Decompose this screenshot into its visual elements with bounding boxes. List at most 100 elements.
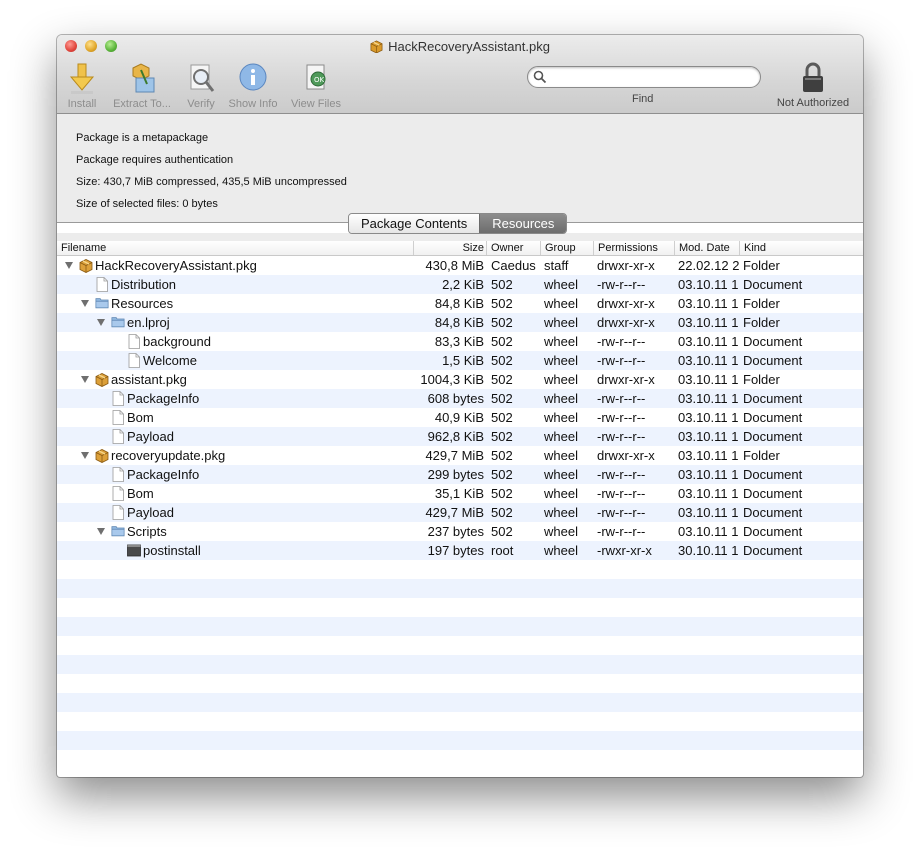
table-row[interactable]: background 83,3 KiB 502 wheel -rw-r--r-- 03.1… [57, 332, 863, 351]
empty-row [57, 693, 863, 712]
permissions-cell: -rw-r--r-- [597, 429, 646, 444]
kind-cell: Folder [743, 258, 780, 273]
disclosure-triangle-icon[interactable] [81, 376, 89, 383]
owner-cell: 502 [491, 353, 513, 368]
table-row[interactable]: HackRecoveryAssistant.pkg 430,8 MiB Caedus… [57, 256, 863, 275]
table-row[interactable]: Bom 35,1 KiB 502 wheel -rw-r--r-- 03.10.11 1 D… [57, 484, 863, 503]
mod-date-cell: 03.10.11 1 [678, 448, 739, 463]
empty-row [57, 731, 863, 750]
size-cell: 429,7 MiB [425, 448, 484, 463]
table-row[interactable]: en.lproj 84,8 KiB 502 wheel drwxr-xr-x 03.10.… [57, 313, 863, 332]
window-title-text: HackRecoveryAssistant.pkg [388, 39, 550, 54]
column-header-permissions[interactable]: Permissions [593, 241, 674, 255]
kind-cell: Document [743, 486, 803, 501]
mod-date-cell: 03.10.11 1 [678, 505, 739, 520]
not-authorized-label: Not Authorized [776, 97, 850, 109]
extract-to-button[interactable]: Extract To... [107, 62, 177, 110]
verify-button[interactable]: Verify [183, 62, 219, 110]
kind-cell: Document [743, 467, 803, 482]
package-info-panel: Package is a metapackage Package require… [57, 114, 863, 222]
filename-cell: PackageInfo [127, 391, 200, 406]
disclosure-triangle-icon[interactable] [97, 528, 105, 535]
search-field[interactable] [527, 66, 761, 88]
mod-date-cell: 03.10.11 1 [678, 277, 739, 292]
install-button[interactable]: Install [63, 62, 101, 110]
folder-icon [111, 315, 125, 330]
column-header-filename[interactable]: Filename [57, 241, 413, 255]
find-label: Find [632, 93, 654, 105]
kind-cell: Document [743, 429, 803, 444]
table-row[interactable]: Distribution 2,2 KiB 502 wheel -rw-r--r-- 03.… [57, 275, 863, 294]
table-row[interactable]: recoveryupdate.pkg 429,7 MiB 502 wheel drwxr… [57, 446, 863, 465]
size-cell: 299 bytes [427, 467, 484, 482]
permissions-cell: -rw-r--r-- [597, 277, 646, 292]
view-files-icon: OK [306, 64, 326, 90]
mod-date-cell: 03.10.11 1 [678, 353, 739, 368]
mod-date-cell: 03.10.11 1 [678, 372, 739, 387]
group-cell: wheel [544, 334, 578, 349]
permissions-cell: -rwxr-xr-x [597, 543, 652, 558]
table-row[interactable]: Bom 40,9 KiB 502 wheel -rw-r--r-- 03.10.11 1 D… [57, 408, 863, 427]
mod-date-cell: 03.10.11 1 [678, 391, 739, 406]
size-cell: 84,8 KiB [434, 296, 484, 311]
info-metapackage: Package is a metapackage [76, 132, 209, 144]
view-tabs: Package Contents Resources [348, 213, 568, 234]
column-header-size[interactable]: Size [413, 241, 490, 255]
column-header-group[interactable]: Group [540, 241, 593, 255]
table-header: Filename Size Owner Group Permissions Mo… [57, 241, 863, 256]
disclosure-triangle-icon[interactable] [81, 452, 89, 459]
view-files-label: View Files [291, 98, 341, 110]
table-row[interactable]: Payload 429,7 MiB 502 wheel -rw-r--r-- 03.10.… [57, 503, 863, 522]
permissions-cell: drwxr-xr-x [597, 448, 655, 463]
document-icon [111, 410, 125, 425]
search-input[interactable] [548, 68, 752, 86]
view-files-button[interactable]: OK View Files [288, 62, 344, 110]
tab-package-contents[interactable]: Package Contents [349, 214, 480, 233]
group-cell: wheel [544, 372, 578, 387]
table-row[interactable]: Welcome 1,5 KiB 502 wheel -rw-r--r-- 03.10.11… [57, 351, 863, 370]
table-row[interactable]: postinstall 197 bytes root wheel -rwxr-xr-x 3… [57, 541, 863, 560]
disclosure-triangle-icon[interactable] [81, 300, 89, 307]
group-cell: wheel [544, 315, 578, 330]
column-header-owner[interactable]: Owner [486, 241, 539, 255]
mod-date-cell: 03.10.11 1 [678, 429, 739, 444]
mod-date-cell: 30.10.11 1 [678, 543, 739, 558]
table-row[interactable]: PackageInfo 299 bytes 502 wheel -rw-r--r-- 03… [57, 465, 863, 484]
table-row[interactable]: assistant.pkg 1004,3 KiB 502 wheel drwxr-xr-… [57, 370, 863, 389]
kind-cell: Folder [743, 296, 780, 311]
table-row[interactable]: PackageInfo 608 bytes 502 wheel -rw-r--r-- 03… [57, 389, 863, 408]
authorization-button[interactable]: Not Authorized [771, 62, 855, 109]
kind-cell: Document [743, 277, 803, 292]
column-header-mod-date[interactable]: Mod. Date [674, 241, 741, 255]
group-cell: wheel [544, 524, 578, 539]
filename-cell: PackageInfo [127, 467, 200, 482]
group-cell: wheel [544, 296, 578, 311]
svg-text:OK: OK [314, 76, 325, 84]
table-row[interactable]: Resources 84,8 KiB 502 wheel drwxr-xr-x 03.10… [57, 294, 863, 313]
filename-cell: en.lproj [127, 315, 170, 330]
filename-cell: Resources [111, 296, 174, 311]
size-cell: 237 bytes [427, 524, 484, 539]
extract-icon [132, 63, 155, 93]
column-header-kind[interactable]: Kind [739, 241, 862, 255]
group-cell: wheel [544, 467, 578, 482]
disclosure-triangle-icon[interactable] [97, 319, 105, 326]
owner-cell: 502 [491, 315, 513, 330]
owner-cell: 502 [491, 467, 513, 482]
permissions-cell: -rw-r--r-- [597, 467, 646, 482]
owner-cell: 502 [491, 296, 513, 311]
mod-date-cell: 03.10.11 1 [678, 524, 739, 539]
disclosure-triangle-icon[interactable] [65, 262, 73, 269]
size-cell: 35,1 KiB [434, 486, 484, 501]
document-icon [111, 486, 125, 501]
package-icon [370, 40, 383, 53]
permissions-cell: -rw-r--r-- [597, 505, 646, 520]
filename-cell: recoveryupdate.pkg [111, 448, 226, 463]
table-row[interactable]: Payload 962,8 KiB 502 wheel -rw-r--r-- 03.10.… [57, 427, 863, 446]
mod-date-cell: 03.10.11 1 [678, 410, 739, 425]
show-info-button[interactable]: Show Info [225, 62, 281, 110]
table-row[interactable]: Scripts 237 bytes 502 wheel -rw-r--r-- 03.10.… [57, 522, 863, 541]
document-icon [111, 429, 125, 444]
owner-cell: 502 [491, 448, 513, 463]
tab-resources[interactable]: Resources [479, 214, 567, 233]
